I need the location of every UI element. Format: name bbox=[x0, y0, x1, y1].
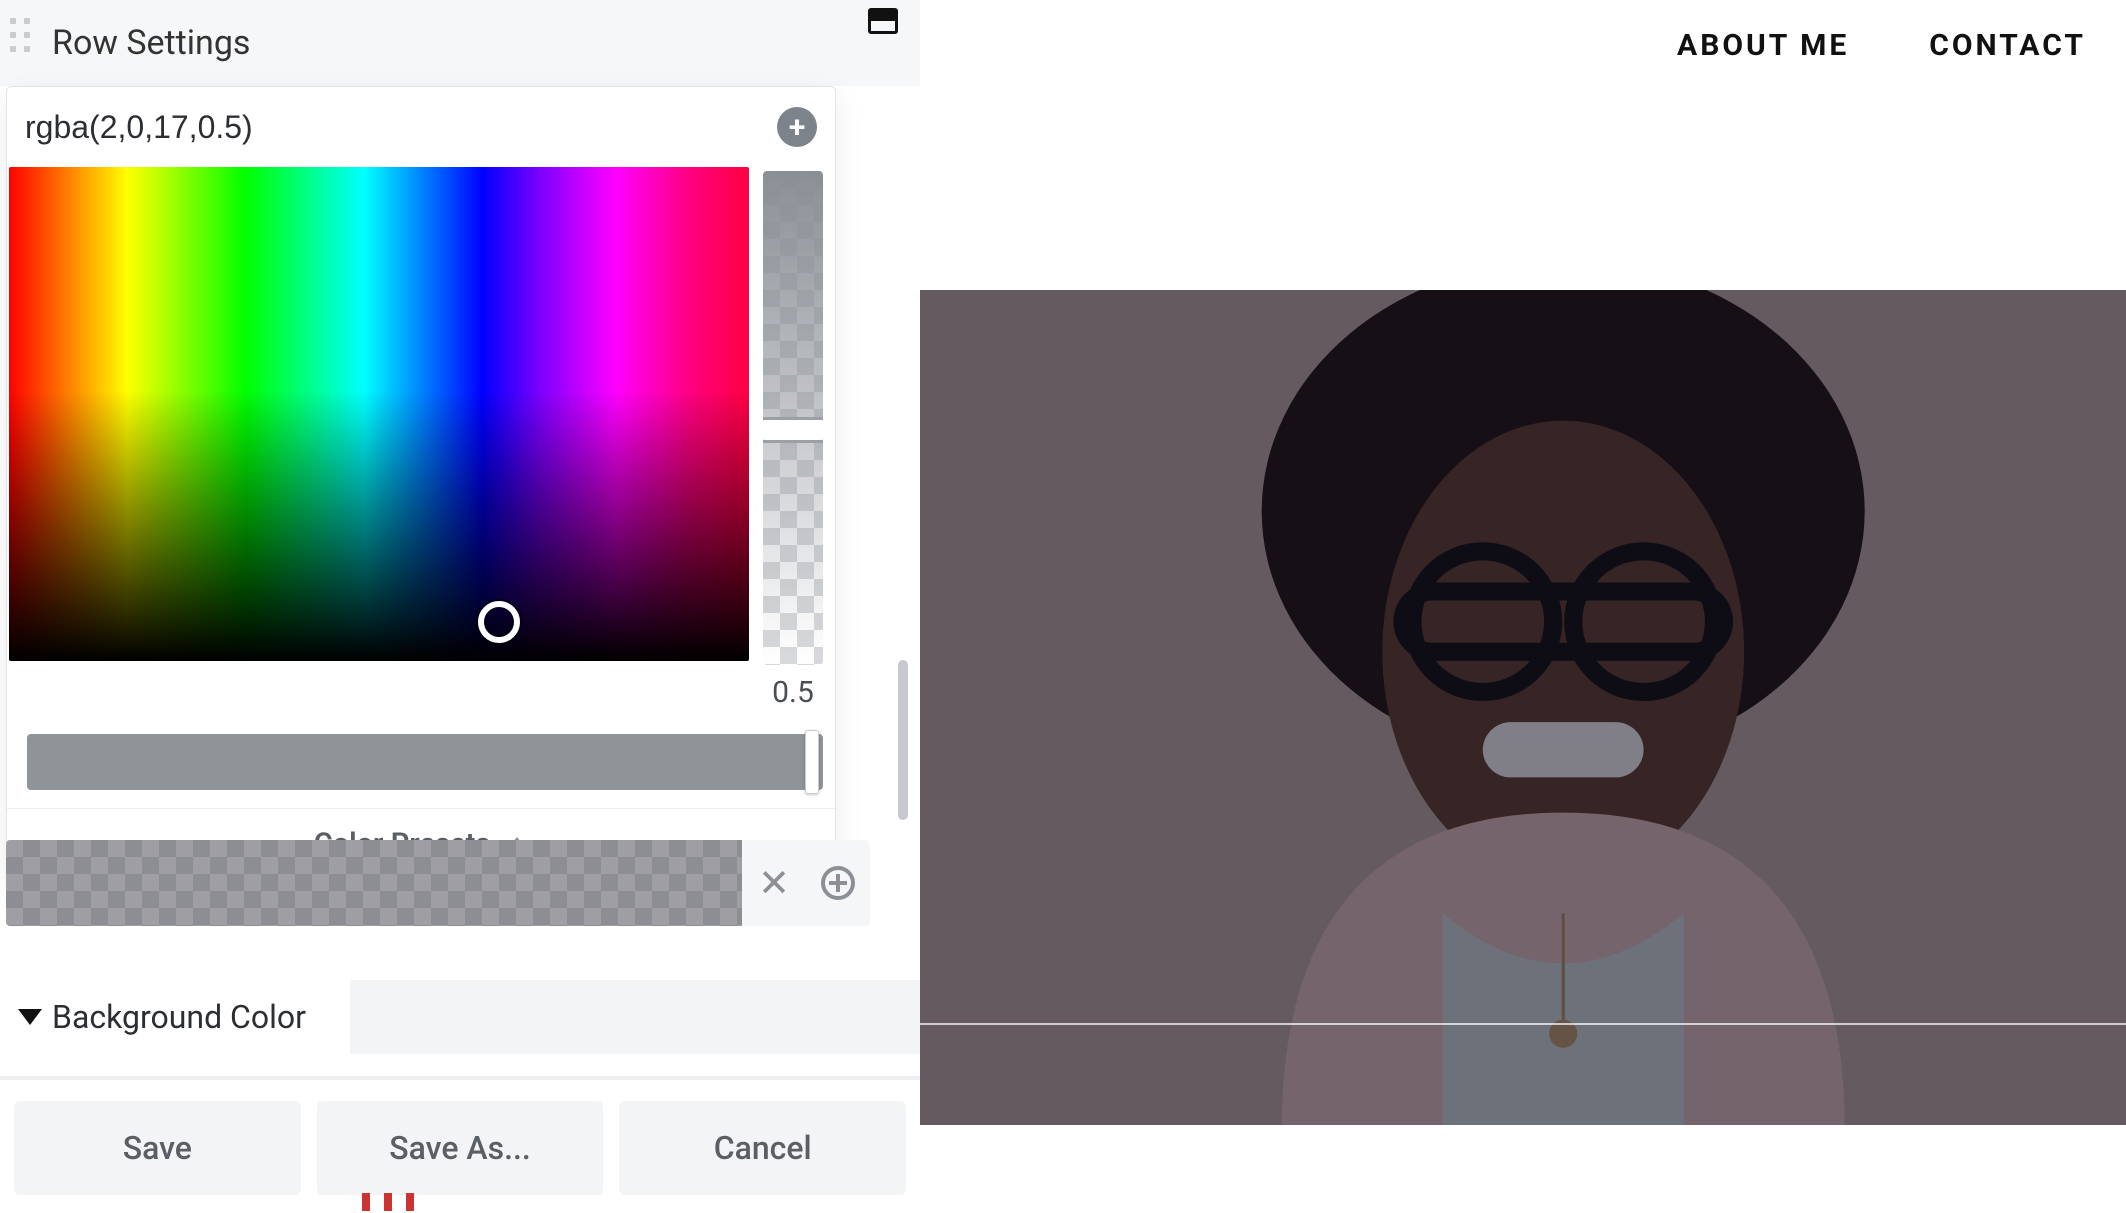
clear-color-button[interactable]: ✕ bbox=[742, 840, 806, 926]
current-color-swatch[interactable] bbox=[6, 840, 742, 926]
background-color-label: Background Color bbox=[52, 998, 306, 1036]
preview-divider-line bbox=[920, 1023, 2126, 1025]
add-swatch-icon[interactable]: + bbox=[777, 107, 817, 147]
color-input-row: + bbox=[7, 87, 835, 167]
alpha-value-label: 0.5 bbox=[772, 675, 814, 710]
picker-body: 0.5 bbox=[7, 167, 835, 724]
nav-about-me[interactable]: ABOUT ME bbox=[1677, 28, 1849, 63]
window-mode-icon[interactable] bbox=[868, 8, 898, 34]
save-button[interactable]: Save bbox=[14, 1101, 301, 1195]
drag-handle-icon[interactable] bbox=[10, 18, 30, 52]
close-icon: ✕ bbox=[758, 861, 790, 906]
cancel-button[interactable]: Cancel bbox=[619, 1101, 906, 1195]
save-as-button[interactable]: Save As... bbox=[317, 1101, 604, 1195]
panel-scrollbar[interactable] bbox=[898, 660, 908, 820]
nav-contact[interactable]: CONTACT bbox=[1929, 28, 2086, 63]
add-color-button[interactable] bbox=[806, 840, 870, 926]
decorative-marks bbox=[362, 1193, 414, 1211]
section-shade bbox=[350, 980, 920, 1054]
spectrum-cursor[interactable] bbox=[478, 601, 520, 643]
brightness-row bbox=[7, 724, 835, 808]
row-settings-panel: Row Settings + 0.5 bbox=[0, 0, 920, 1213]
color-value-input[interactable] bbox=[25, 109, 777, 146]
app-root: ABOUT ME CONTACT Row Settings bbox=[0, 0, 2126, 1213]
plus-icon bbox=[821, 866, 855, 900]
chevron-down-icon bbox=[18, 1009, 42, 1025]
current-swatch-row: ✕ bbox=[6, 840, 870, 926]
color-picker-popover: + 0.5 Color Presets bbox=[6, 86, 836, 879]
alpha-handle[interactable] bbox=[763, 417, 823, 443]
preview-color-overlay bbox=[920, 290, 2126, 1125]
brightness-slider[interactable] bbox=[27, 734, 823, 790]
panel-title: Row Settings bbox=[52, 23, 250, 63]
color-spectrum[interactable] bbox=[9, 167, 749, 661]
brightness-handle[interactable] bbox=[805, 730, 819, 794]
background-color-section[interactable]: Background Color bbox=[0, 972, 920, 1062]
panel-footer: Save Save As... Cancel bbox=[0, 1087, 920, 1213]
preview-canvas[interactable] bbox=[920, 290, 2126, 1125]
panel-header[interactable]: Row Settings bbox=[0, 0, 920, 86]
section-separator bbox=[0, 1076, 920, 1080]
alpha-column: 0.5 bbox=[763, 167, 823, 710]
alpha-slider[interactable] bbox=[763, 171, 823, 665]
